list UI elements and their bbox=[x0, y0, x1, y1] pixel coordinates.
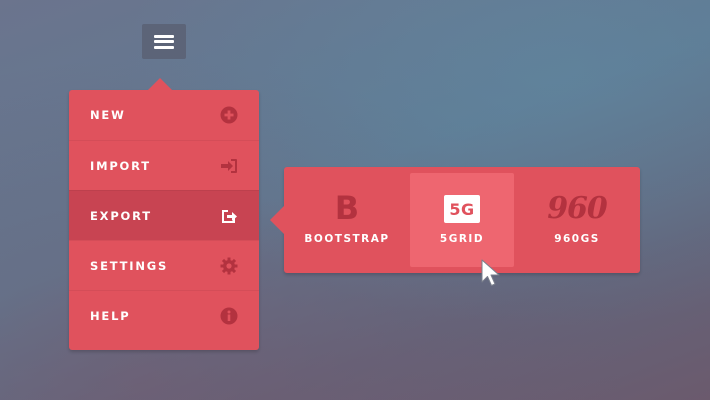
menu-item-label: HELP bbox=[90, 308, 131, 323]
share-export-icon bbox=[220, 207, 238, 225]
menu-item-new[interactable]: NEW bbox=[69, 90, 259, 140]
menu-item-help[interactable]: HELP bbox=[69, 290, 259, 340]
info-circle-icon bbox=[220, 307, 238, 325]
export-option-label: 5GRID bbox=[439, 233, 485, 245]
sign-in-icon bbox=[220, 157, 238, 175]
menu-item-label: EXPORT bbox=[90, 208, 152, 223]
export-option-bootstrap[interactable]: B BOOTSTRAP bbox=[295, 173, 399, 267]
export-option-960gs[interactable]: 960 960GS bbox=[525, 173, 629, 267]
menu-item-export[interactable]: EXPORT bbox=[69, 190, 259, 240]
main-dropdown-menu: NEW IMPORT EXPORT SETTINGS HELP bbox=[69, 78, 259, 350]
5grid-logo-icon: 5G bbox=[444, 173, 480, 229]
export-option-5grid[interactable]: 5G 5GRID bbox=[410, 173, 514, 267]
menu-toggle-button[interactable] bbox=[142, 24, 186, 59]
hamburger-menu-icon bbox=[154, 34, 174, 49]
plus-circle-icon bbox=[220, 106, 238, 124]
menu-item-settings[interactable]: SETTINGS bbox=[69, 240, 259, 290]
export-option-label: BOOTSTRAP bbox=[304, 233, 390, 245]
gear-icon bbox=[220, 257, 238, 275]
menu-item-import[interactable]: IMPORT bbox=[69, 140, 259, 190]
menu-item-label: SETTINGS bbox=[90, 258, 169, 273]
bootstrap-logo-icon: B bbox=[334, 189, 360, 227]
export-submenu: B BOOTSTRAP 5G 5GRID 960 960GS bbox=[270, 167, 640, 273]
menu-item-label: NEW bbox=[90, 108, 126, 122]
menu-item-label: IMPORT bbox=[90, 158, 151, 173]
export-option-label: 960GS bbox=[554, 233, 600, 245]
mouse-pointer-icon bbox=[480, 258, 504, 288]
960gs-logo-icon: 960 bbox=[547, 191, 608, 226]
